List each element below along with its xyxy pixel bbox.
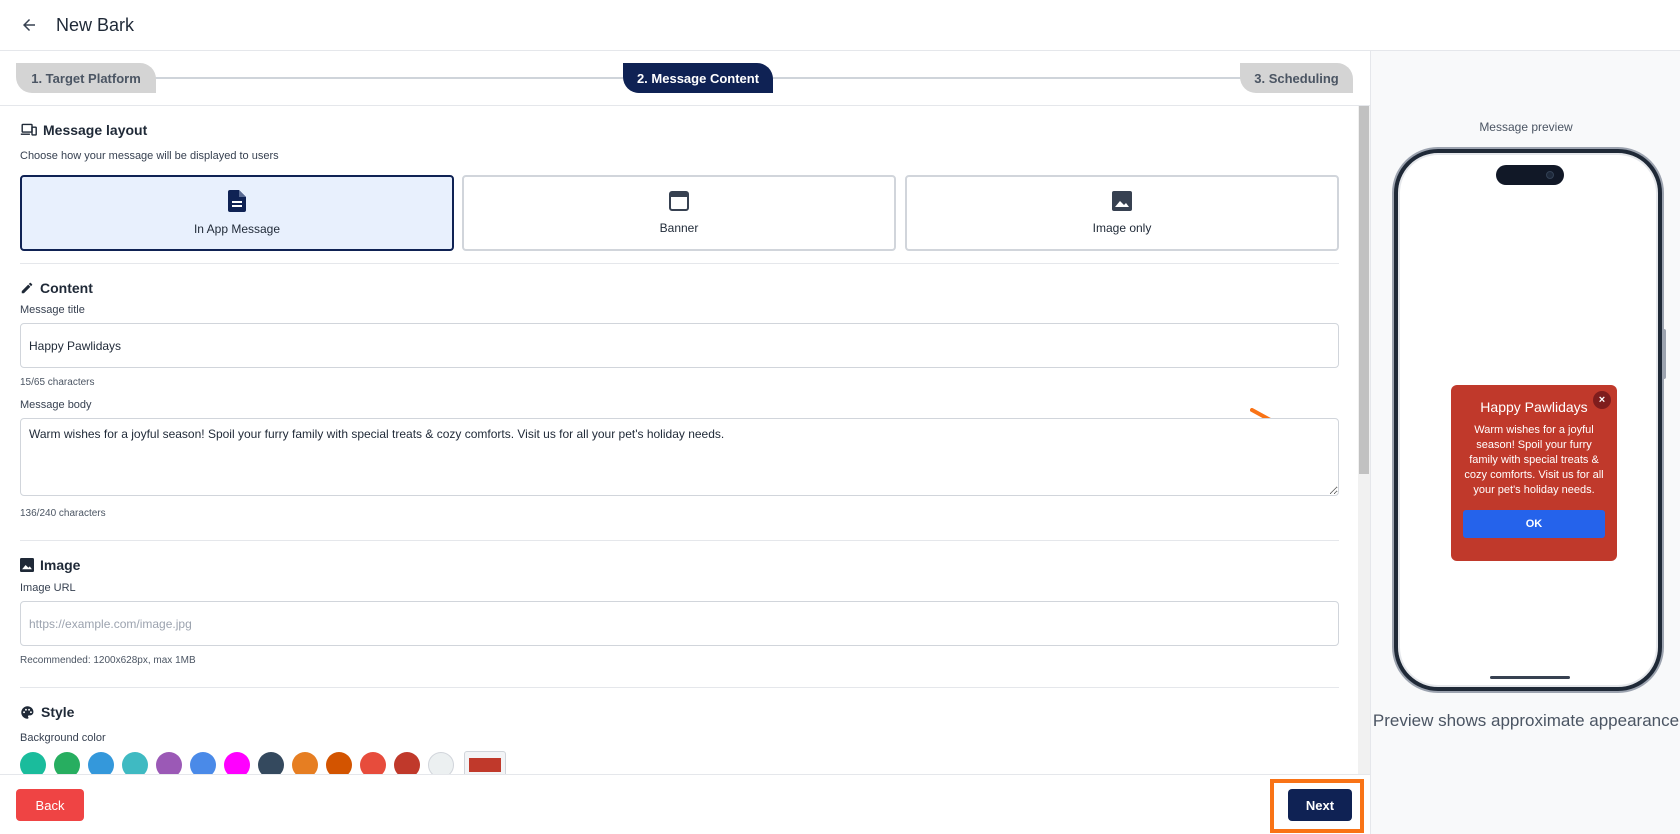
back-button[interactable]: Back [16,789,84,821]
color-swatch[interactable] [88,752,114,774]
color-swatch[interactable] [394,752,420,774]
step-message-content[interactable]: 2. Message Content [623,63,773,93]
image-title: Image [40,557,81,573]
phone-home-bar [1490,676,1570,679]
color-swatch[interactable] [224,752,250,774]
layout-option-label: Banner [659,221,699,235]
color-swatch[interactable] [258,752,284,774]
next-button[interactable]: Next [1288,789,1352,821]
message-title-char-count: 15/65 characters [20,377,95,388]
color-swatch[interactable] [156,752,182,774]
color-swatches [20,751,506,774]
palette-icon [21,705,34,719]
close-icon[interactable]: × [1593,391,1611,409]
preview-note: Preview shows approximate appearance [1372,711,1680,730]
message-body-char-count: 136/240 characters [20,508,106,519]
form-area: 1. Target Platform 2. Message Content 3.… [0,51,1370,834]
page-header: New Bark [0,0,1680,51]
image-hint: Recommended: 1200x628px, max 1MB [20,655,196,666]
message-layout-title: Message layout [43,122,148,138]
color-swatch[interactable] [360,752,386,774]
color-swatch[interactable] [54,752,80,774]
preview-message-card: × Happy Pawlidays Warm wishes for a joyf… [1451,385,1617,561]
preview-label: Message preview [1479,120,1573,134]
preview-ok-button[interactable]: OK [1463,510,1605,538]
image-icon [1112,191,1132,211]
layout-option-in-app[interactable]: In App Message [20,175,454,251]
image-url-label: Image URL [20,582,76,594]
form-footer: Back Next [0,774,1370,834]
image-url-input[interactable] [20,601,1339,646]
camera-icon [1546,171,1554,179]
color-swatch[interactable] [20,752,46,774]
phone-notch [1496,165,1564,185]
pencil-icon [21,282,33,294]
image-heading: Image [20,557,80,573]
phone-mockup: × Happy Pawlidays Warm wishes for a joyf… [1394,149,1666,691]
message-layout-subtitle: Choose how your message will be displaye… [20,150,279,162]
devices-icon [20,123,37,136]
back-arrow-icon[interactable] [18,14,40,36]
color-swatch[interactable] [326,752,352,774]
message-title-input[interactable] [20,323,1339,368]
section-divider [20,687,1339,688]
content-heading: Content [20,280,93,296]
content-title: Content [40,280,93,296]
browser-window-icon [669,191,689,211]
preview-message-title: Happy Pawlidays [1480,399,1588,415]
step-target-platform[interactable]: 1. Target Platform [16,63,156,93]
layout-option-banner[interactable]: Banner [462,175,896,251]
message-body-textarea[interactable]: Warm wishes for a joyful season! Spoil y… [20,418,1339,496]
section-divider [20,263,1339,264]
step-scheduling[interactable]: 3. Scheduling [1240,63,1353,93]
stepper: 1. Target Platform 2. Message Content 3.… [0,51,1370,106]
layout-option-label: In App Message [193,222,281,236]
color-swatch[interactable] [428,752,454,774]
layout-option-image-only[interactable]: Image only [905,175,1339,251]
color-swatch[interactable] [190,752,216,774]
style-heading: Style [20,704,74,720]
background-color-label: Background color [20,732,106,744]
section-divider [20,540,1339,541]
custom-color-picker[interactable] [464,751,506,774]
message-layout-heading: Message layout [20,122,147,138]
message-body-label: Message body [20,399,92,411]
preview-message-body: Warm wishes for a joyful season! Spoil y… [1464,424,1604,496]
document-icon [228,190,246,212]
message-title-label: Message title [20,304,85,316]
form-scroll-area: Message layout Choose how your message w… [0,106,1370,774]
preview-panel: Message preview × Happy Pawlidays Warm w… [1370,51,1680,834]
style-title: Style [41,704,75,720]
image-icon [20,558,34,572]
color-swatch[interactable] [292,752,318,774]
page-title: New Bark [56,14,135,35]
color-swatch[interactable] [122,752,148,774]
scrollbar-thumb[interactable] [1359,106,1369,474]
phone-side-button [1662,329,1666,379]
layout-option-label: Image only [1092,221,1152,235]
